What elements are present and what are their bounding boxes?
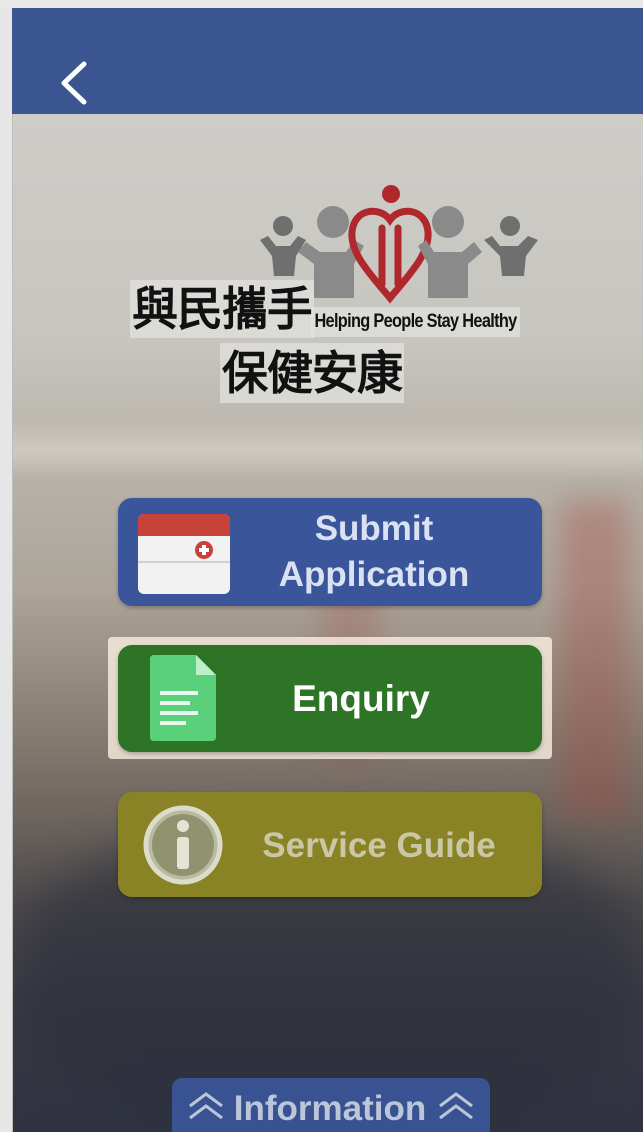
information-label: Information xyxy=(233,1089,427,1128)
document-icon xyxy=(150,655,216,741)
double-chevron-up-icon xyxy=(439,1092,473,1120)
service-guide-button[interactable]: Service Guide xyxy=(118,792,542,897)
submit-label-line1: Submit xyxy=(314,509,434,548)
slogan-chinese-line1: 與民攜手 xyxy=(130,280,314,338)
header-bar xyxy=(12,8,643,114)
screen-edge xyxy=(0,0,13,1132)
submit-application-button[interactable]: Submit Application xyxy=(118,498,542,606)
information-tab[interactable]: Information xyxy=(172,1078,490,1132)
slogan-chinese-line2: 保健安康 xyxy=(220,343,404,403)
submit-application-label: Submit Application xyxy=(258,506,490,598)
slogan-english: Helping People Stay Healthy xyxy=(311,307,520,337)
status-strip xyxy=(0,0,643,8)
medical-calendar-icon xyxy=(138,514,230,594)
back-button[interactable] xyxy=(50,58,100,108)
double-chevron-up-icon xyxy=(189,1092,223,1120)
app-screen: 與民攜手 Helping People Stay Healthy 保健安康 Su… xyxy=(0,0,643,1132)
submit-label-line2: Application xyxy=(278,555,470,594)
enquiry-label: Enquiry xyxy=(292,678,430,719)
info-icon xyxy=(143,805,223,885)
chevron-left-icon xyxy=(61,61,87,105)
service-guide-label: Service Guide xyxy=(262,826,496,865)
enquiry-button[interactable]: Enquiry xyxy=(118,645,542,752)
